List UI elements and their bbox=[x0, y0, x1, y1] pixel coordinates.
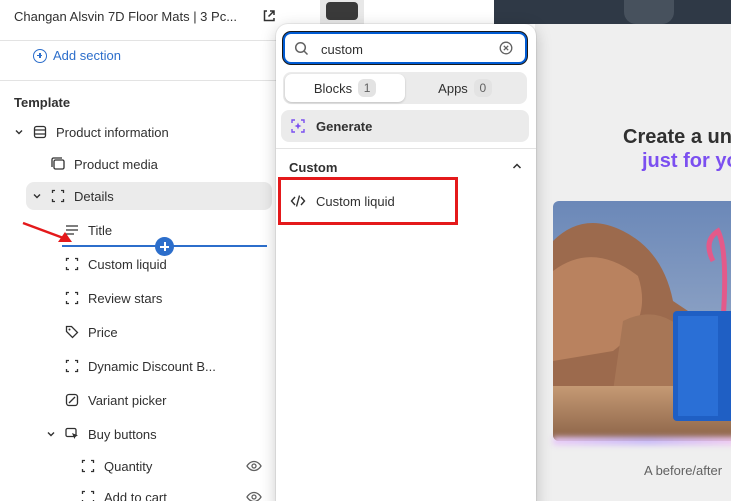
media-icon bbox=[50, 156, 66, 172]
generate-label: Generate bbox=[316, 118, 373, 134]
tree-item-label: Quantity bbox=[104, 458, 153, 474]
tree-item-label: Product media bbox=[74, 156, 158, 172]
tab-blocks[interactable]: Blocks 1 bbox=[285, 74, 405, 102]
divider bbox=[276, 148, 536, 149]
tab-apps[interactable]: Apps 0 bbox=[405, 74, 525, 102]
tree-item-label: Variant picker bbox=[88, 392, 167, 408]
chevron-down-icon[interactable] bbox=[32, 191, 42, 201]
theme-editor: Create a un just for yo A before/after C… bbox=[0, 0, 731, 501]
block-icon bbox=[64, 256, 80, 272]
tree-item-review-stars[interactable]: Review stars bbox=[64, 284, 162, 312]
tree-item-label: Buy buttons bbox=[88, 426, 157, 442]
price-tag-icon bbox=[64, 324, 80, 340]
block-picker-popover: Blocks 1 Apps 0 Generate Custom Custom l… bbox=[276, 24, 536, 501]
tab-count-badge: 0 bbox=[473, 79, 492, 97]
red-arrow-annotation bbox=[22, 221, 72, 242]
editor-sidebar: Changan Alsvin 7D Floor Mats | 3 Pc... A… bbox=[0, 0, 278, 501]
tree-item-label: Price bbox=[88, 324, 118, 340]
eye-icon[interactable] bbox=[246, 460, 262, 472]
chevron-down-icon[interactable] bbox=[46, 429, 56, 439]
tree-item-add-to-cart[interactable]: Add to cart bbox=[80, 483, 270, 501]
tree-item-product-information[interactable]: Product information bbox=[14, 118, 169, 146]
variant-picker-icon bbox=[64, 392, 80, 408]
add-section-label: Add section bbox=[53, 48, 121, 63]
tree-item-dynamic-discount[interactable]: Dynamic Discount B... bbox=[64, 352, 216, 380]
eye-icon[interactable] bbox=[246, 491, 262, 501]
block-icon bbox=[80, 489, 96, 501]
picker-tabs: Blocks 1 Apps 0 bbox=[283, 72, 527, 104]
hero-image-edge bbox=[494, 0, 731, 24]
chevron-down-icon[interactable] bbox=[14, 127, 24, 137]
search-icon bbox=[294, 41, 309, 56]
custom-section-heading: Custom bbox=[289, 160, 338, 175]
tab-label: Apps bbox=[438, 80, 468, 96]
block-option-label: Custom liquid bbox=[316, 193, 395, 209]
desert-tote-photo bbox=[553, 201, 731, 441]
cursor-click-icon bbox=[64, 426, 80, 442]
clear-search-icon[interactable] bbox=[499, 41, 513, 55]
divider bbox=[0, 40, 278, 41]
code-icon bbox=[290, 195, 306, 207]
add-section-button[interactable]: Add section bbox=[33, 48, 121, 63]
block-group-icon bbox=[50, 188, 66, 204]
photo-glow bbox=[553, 437, 731, 445]
tab-count-badge: 1 bbox=[358, 79, 377, 97]
tree-item-label: Title bbox=[88, 222, 113, 238]
generate-button[interactable]: Generate bbox=[281, 110, 529, 142]
tree-item-label: Custom liquid bbox=[88, 256, 167, 272]
template-heading: Template bbox=[14, 95, 71, 110]
floor-mat-thumbnail bbox=[320, 0, 364, 24]
tree-item-variant-picker[interactable]: Variant picker bbox=[64, 386, 167, 414]
tree-item-label: Add to cart bbox=[104, 489, 167, 501]
tree-item-buy-buttons[interactable]: Buy buttons bbox=[46, 420, 157, 448]
plus-circle-icon bbox=[33, 48, 47, 63]
insert-block-button[interactable] bbox=[155, 237, 174, 256]
custom-liquid-block-option[interactable]: Custom liquid bbox=[278, 177, 458, 225]
search-input[interactable] bbox=[321, 39, 491, 59]
divider bbox=[0, 80, 278, 81]
sparkle-block-icon bbox=[291, 119, 305, 133]
preview-caption: A before/after bbox=[644, 463, 723, 478]
block-icon bbox=[64, 290, 80, 306]
tree-item-details[interactable]: Details bbox=[26, 182, 272, 210]
tree-item-label: Dynamic Discount B... bbox=[88, 358, 216, 374]
tree-item-price[interactable]: Price bbox=[64, 318, 118, 346]
tree-item-product-media[interactable]: Product media bbox=[50, 150, 158, 178]
tree-item-custom-liquid[interactable]: Custom liquid bbox=[64, 250, 167, 278]
promo-headline-line1: Create a un bbox=[623, 126, 731, 148]
tree-item-label: Review stars bbox=[88, 290, 163, 306]
search-field[interactable] bbox=[283, 32, 527, 64]
tree-item-label: Details bbox=[74, 188, 114, 204]
tree-item-label: Product information bbox=[56, 124, 169, 140]
chevron-up-icon[interactable] bbox=[512, 162, 522, 170]
tab-label: Blocks bbox=[313, 80, 353, 96]
external-link-icon[interactable] bbox=[262, 9, 276, 23]
block-icon bbox=[80, 458, 96, 474]
section-icon bbox=[32, 124, 48, 140]
product-title: Changan Alsvin 7D Floor Mats | 3 Pc... bbox=[14, 9, 238, 24]
block-icon bbox=[64, 358, 80, 374]
tree-item-quantity[interactable]: Quantity bbox=[80, 452, 270, 480]
promo-headline-line2: just for yo bbox=[642, 150, 731, 172]
